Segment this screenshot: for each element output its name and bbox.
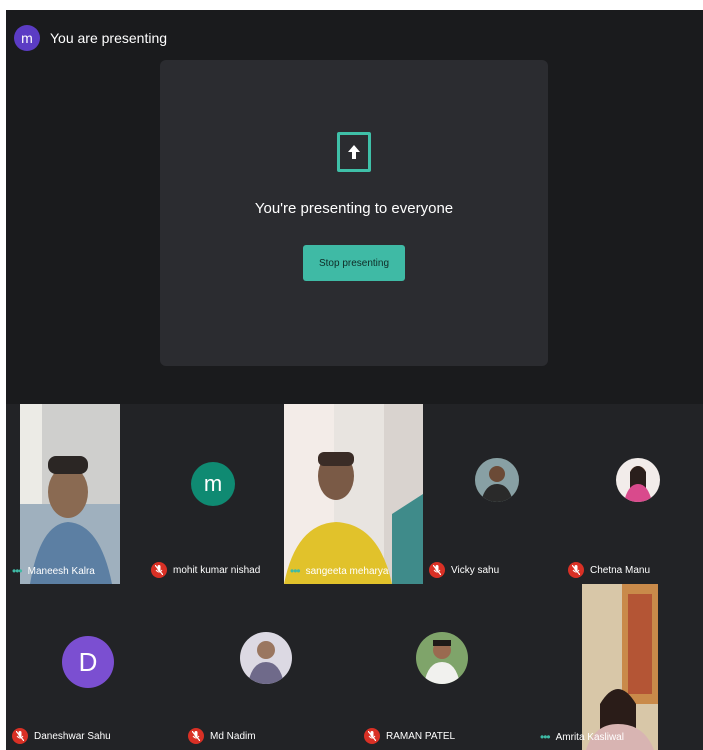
mic-off-icon [568,562,584,578]
presentation-card: You're presenting to everyone Stop prese… [160,60,548,366]
participant-photo [616,458,660,502]
participant-name-row: ••• Amrita Kasliwal [540,730,624,744]
speaking-dots-icon: ••• [540,730,551,744]
participant-name-row: Md Nadim [188,728,256,744]
mic-off-icon [151,562,167,578]
participant-tile[interactable]: RAMAN PATEL [358,584,534,750]
presenting-title: You are presenting [50,30,168,46]
mic-off-icon [12,728,28,744]
participant-tile[interactable]: D Daneshwar Sahu [6,584,182,750]
participant-tile[interactable]: m mohit kumar nishad [145,404,284,584]
presenting-message: You're presenting to everyone [254,200,454,217]
participant-name-row: RAMAN PATEL [364,728,455,744]
participant-tile[interactable]: Chetna Manu [562,404,703,584]
participant-tile[interactable]: ••• sangeeta meharya [284,404,423,584]
participant-tile[interactable]: ••• Maneesh Kalra [6,404,145,584]
speaking-dots-icon: ••• [12,564,23,578]
mic-off-icon [364,728,380,744]
participant-name-row: Daneshwar Sahu [12,728,111,744]
participant-tile[interactable]: Md Nadim [182,584,358,750]
arrow-up-icon [348,145,360,159]
participant-photo [240,632,292,684]
user-avatar: m [14,25,40,51]
meeting-window: m You are presenting You're presenting t… [6,10,703,750]
stop-presenting-button[interactable]: Stop presenting [303,245,405,281]
presenting-header: m You are presenting [14,24,167,52]
participant-name: Maneesh Kalra [27,565,95,577]
participant-name: RAMAN PATEL [386,730,456,742]
participant-tile[interactable]: ••• Amrita Kasliwal [534,584,703,750]
speaking-dots-icon: ••• [290,564,301,578]
participant-video [284,404,423,584]
participant-tile[interactable]: Vicky sahu [423,404,562,584]
participant-photo [475,458,519,502]
participant-avatar: m [191,462,235,506]
participant-name: sangeeta meharya [305,565,389,577]
participant-name: mohit kumar nishad [173,564,261,576]
participant-video [20,404,120,584]
present-to-all-icon [337,132,371,172]
participant-name-row: ••• Maneesh Kalra [12,564,95,578]
participant-name-row: mohit kumar nishad [151,562,260,578]
participant-name-row: ••• sangeeta meharya [290,564,388,578]
participant-name-row: Vicky sahu [429,562,499,578]
participant-name: Daneshwar Sahu [34,730,111,742]
mic-off-icon [188,728,204,744]
participant-photo [416,632,468,684]
participant-name: Md Nadim [210,730,256,742]
participant-avatar: D [62,636,114,688]
participant-name: Amrita Kasliwal [555,731,624,743]
participant-name-row: Chetna Manu [568,562,650,578]
participant-name: Vicky sahu [451,564,500,576]
participant-name: Chetna Manu [590,564,651,576]
participant-video [582,584,658,750]
mic-off-icon [429,562,445,578]
